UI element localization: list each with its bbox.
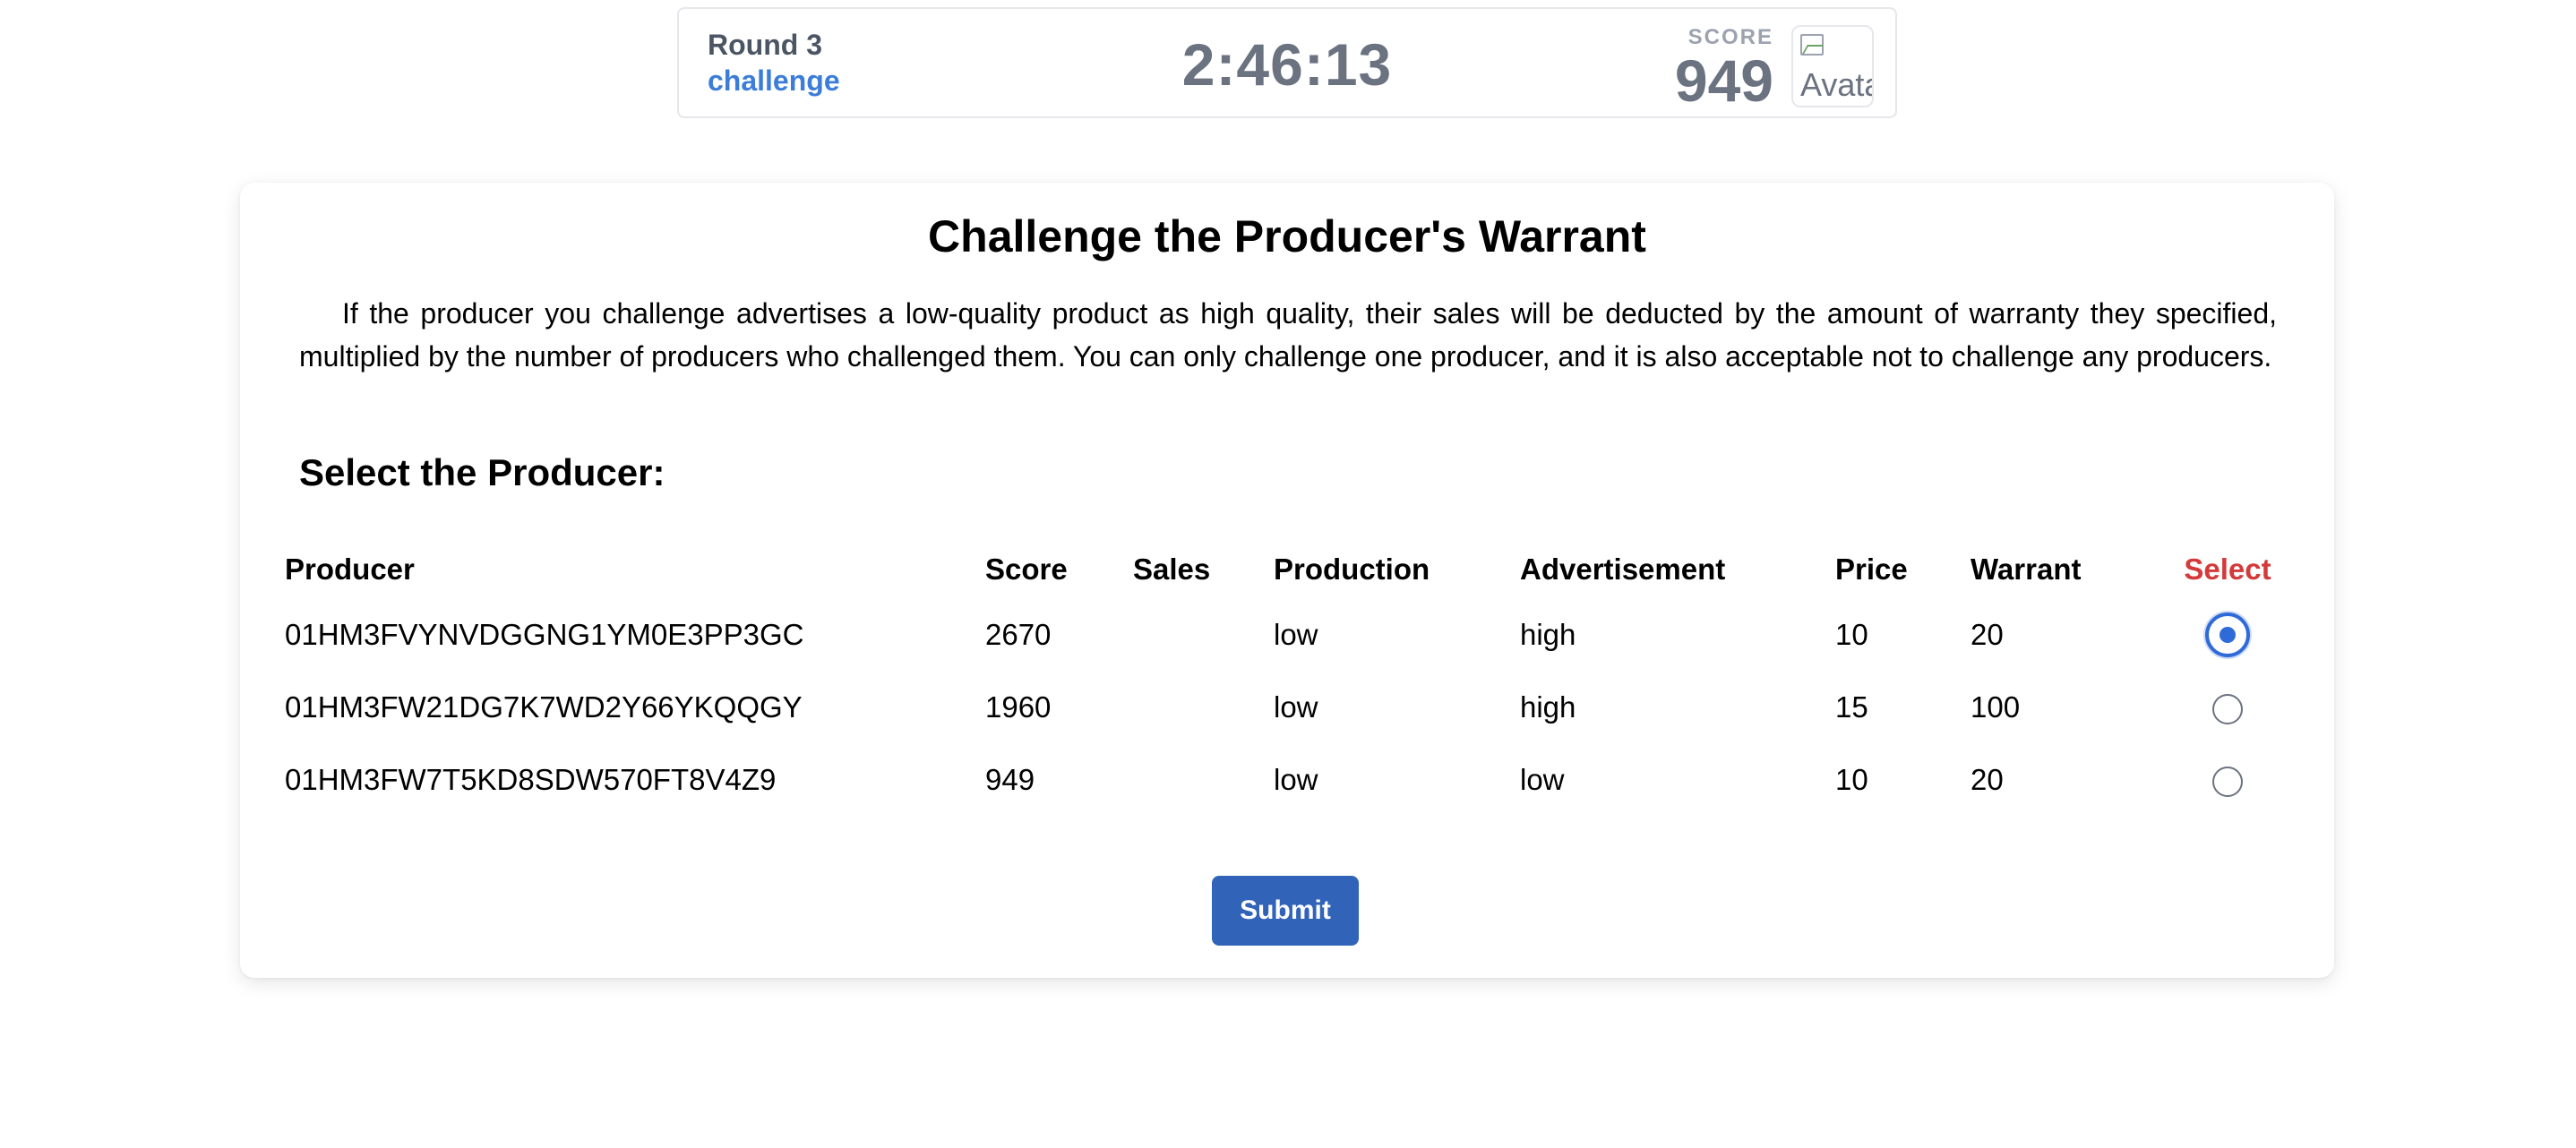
avatar[interactable]: Avatar <box>1791 25 1874 107</box>
warrant-cell: 20 <box>1971 617 2004 651</box>
sales-cell <box>1133 598 1274 671</box>
score-display: SCORE 949 <box>1675 25 1773 111</box>
sales-cell <box>1133 743 1274 816</box>
producer-select-radio[interactable] <box>2212 693 2243 724</box>
column-header-price: Price <box>1835 553 1908 586</box>
price-cell: 15 <box>1835 690 1868 724</box>
broken-image-icon <box>1800 34 1824 56</box>
production-cell: low <box>1274 690 1318 724</box>
producer-id-cell: 01HM3FW7T5KD8SDW570FT8V4Z9 <box>285 762 777 796</box>
producer-id-cell: 01HM3FVYNVDGGNG1YM0E3PP3GC <box>285 617 804 651</box>
sales-cell <box>1133 671 1274 743</box>
score-value: 949 <box>1674 47 1773 114</box>
table-row[interactable]: 01HM3FW21DG7K7WD2Y66YKQQGY 1960 low high… <box>240 671 2334 743</box>
producer-id-cell: 01HM3FW21DG7K7WD2Y66YKQQGY <box>285 690 803 724</box>
table-row[interactable]: 01HM3FVYNVDGGNG1YM0E3PP3GC 2670 low high… <box>240 598 2334 671</box>
advertisement-cell: high <box>1520 617 1576 651</box>
game-status-bar: Round 3 challenge 2:46:13 SCORE 949 Avat… <box>677 7 1897 118</box>
producer-select-radio[interactable] <box>2205 612 2250 657</box>
producer-select-radio[interactable] <box>2212 766 2243 797</box>
column-header-advertisement: Advertisement <box>1520 553 1726 586</box>
select-producer-heading: Select the Producer: <box>299 451 665 493</box>
price-cell: 10 <box>1835 762 1868 796</box>
select-cell <box>2160 671 2295 743</box>
price-cell: 10 <box>1835 617 1868 651</box>
score-cell: 1960 <box>985 690 1052 724</box>
production-cell: low <box>1274 617 1318 651</box>
select-cell <box>2160 743 2295 816</box>
select-cell <box>2160 598 2295 671</box>
column-header-select: Select <box>2184 553 2271 586</box>
warrant-cell: 20 <box>1971 762 2004 796</box>
warrant-cell: 100 <box>1971 690 2021 724</box>
producer-table: Producer Score Sales Production Advertis… <box>240 541 2334 816</box>
column-header-warrant: Warrant <box>1971 553 2082 586</box>
table-row[interactable]: 01HM3FW7T5KD8SDW570FT8V4Z9 949 low low 1… <box>240 743 2334 816</box>
advertisement-cell: high <box>1520 690 1576 724</box>
score-caption: SCORE <box>1687 25 1773 49</box>
production-cell: low <box>1274 762 1318 796</box>
score-cell: 2670 <box>985 617 1052 651</box>
advertisement-cell: low <box>1520 762 1565 796</box>
avatar-alt-text: Avatar <box>1800 66 1872 103</box>
column-header-sales: Sales <box>1133 553 1211 586</box>
page-title: Challenge the Producer's Warrant <box>928 211 1646 261</box>
challenge-card: Challenge the Producer's Warrant If the … <box>240 183 2334 978</box>
column-header-score: Score <box>985 553 1068 586</box>
column-header-producer: Producer <box>285 553 415 586</box>
submit-button[interactable]: Submit <box>1212 876 1359 946</box>
challenge-description: If the producer you challenge advertises… <box>299 297 2277 373</box>
table-header-row: Producer Score Sales Production Advertis… <box>240 541 2334 598</box>
column-header-production: Production <box>1274 553 1430 586</box>
score-cell: 949 <box>985 762 1035 796</box>
